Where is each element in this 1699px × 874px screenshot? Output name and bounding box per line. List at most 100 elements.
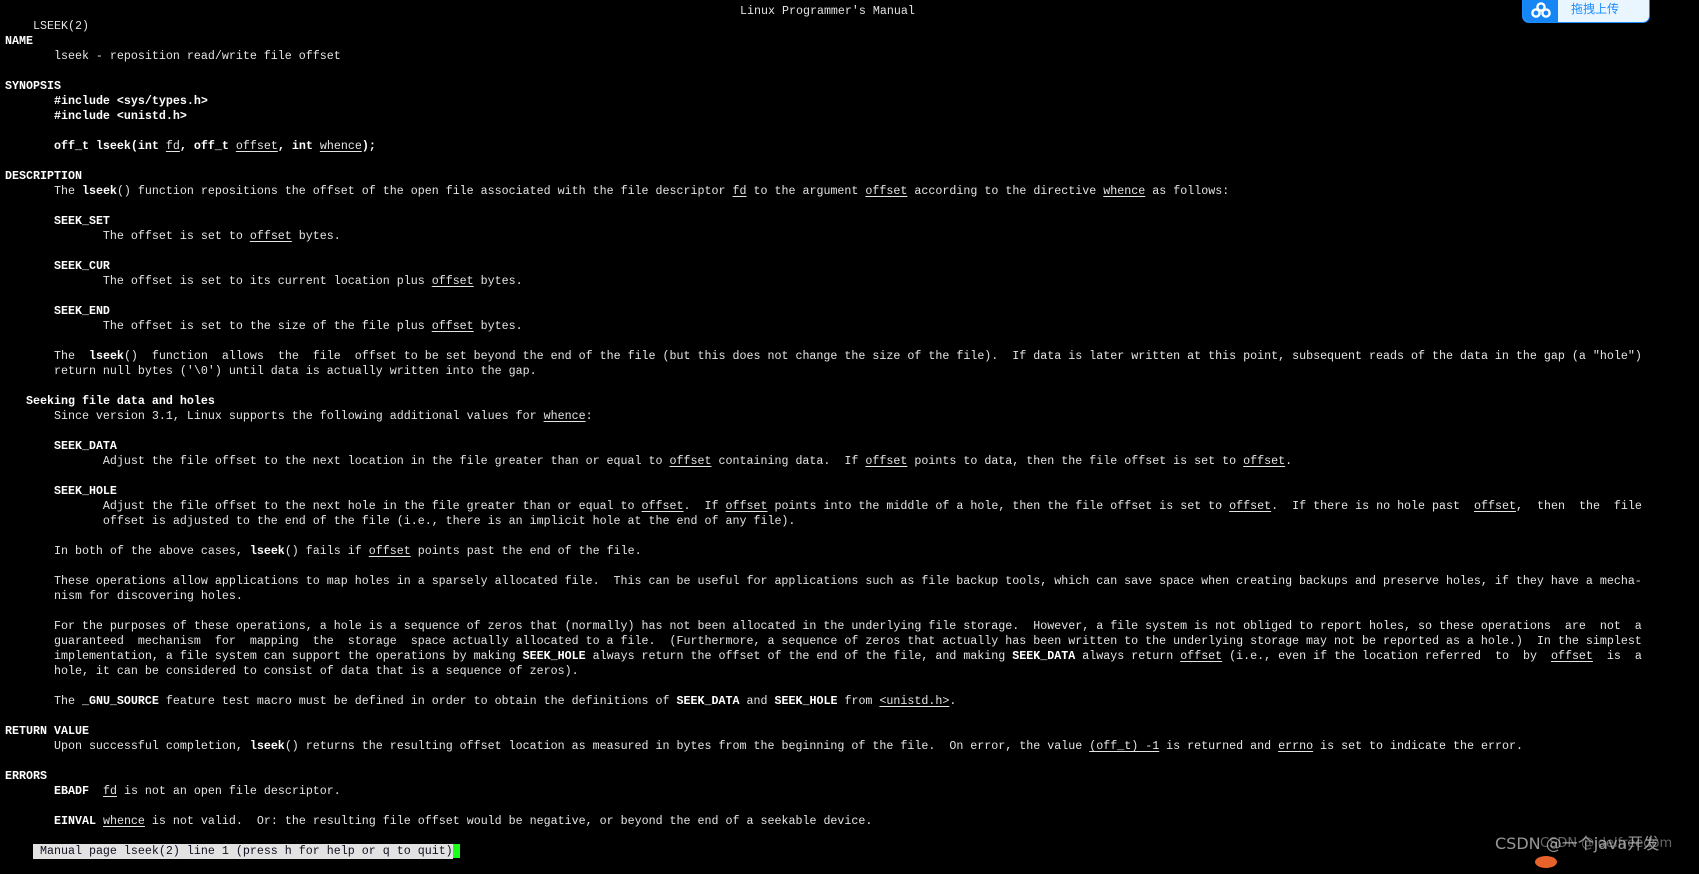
- bold-text: SEEK_HOLE: [522, 649, 586, 663]
- man-line: SEEK_SET: [5, 214, 1699, 229]
- bold-text: DESCRIPTION: [5, 169, 82, 183]
- text: .: [1285, 454, 1293, 468]
- man-line: SEEK_END: [5, 304, 1699, 319]
- underlined-text: whence: [543, 409, 586, 423]
- text: The: [5, 694, 82, 708]
- man-line: [5, 679, 1699, 694]
- man-line: lseek - reposition read/write file offse…: [5, 49, 1699, 64]
- man-line: off_t lseek(int fd, off_t offset, int wh…: [5, 139, 1699, 154]
- underlined-text: offset: [865, 184, 908, 198]
- man-line: offset is adjusted to the end of the fil…: [5, 514, 1699, 529]
- man-line: [5, 64, 1699, 79]
- underlined-text: offset: [669, 454, 712, 468]
- text: is not an open file descriptor.: [116, 784, 341, 798]
- text: , then the file: [1516, 499, 1642, 513]
- bold-text: lseek: [88, 349, 124, 363]
- text: () function repositions the offset of th…: [116, 184, 733, 198]
- man-line: The lseek() function repositions the off…: [5, 184, 1699, 199]
- underlined-text: fd: [732, 184, 747, 198]
- man-line: Upon successful completion, lseek() retu…: [5, 739, 1699, 754]
- man-line: In both of the above cases, lseek() fail…: [5, 544, 1699, 559]
- underlined-text: offset: [1180, 649, 1223, 663]
- bold-text: SYNOPSIS: [5, 79, 61, 93]
- man-line: #include <sys/types.h>: [5, 94, 1699, 109]
- man-line: [5, 799, 1699, 814]
- text: For the purposes of these operations, a …: [5, 619, 1642, 633]
- terminal[interactable]: LSEEK(2) Linux Programmer's Manual NAME …: [5, 4, 1699, 859]
- bold-text: EBADF: [53, 784, 89, 798]
- man-line: EBADF fd is not an open file descriptor.: [5, 784, 1699, 799]
- man-line: EINVAL whence is not valid. Or: the resu…: [5, 814, 1699, 829]
- underlined-text: offset: [1243, 454, 1286, 468]
- man-line: SEEK_HOLE: [5, 484, 1699, 499]
- underlined-text: offset: [1550, 649, 1593, 663]
- text: [5, 394, 26, 408]
- text: [5, 439, 54, 453]
- man-line: [5, 124, 1699, 139]
- man-line: These operations allow applications to m…: [5, 574, 1699, 589]
- underlined-text: <unistd.h>: [879, 694, 950, 708]
- bold-text: lseek: [249, 739, 285, 753]
- text: lseek - reposition read/write file offse…: [5, 49, 341, 63]
- underlined-text: fd: [165, 139, 180, 153]
- upload-badge[interactable]: 拖拽上传: [1522, 0, 1650, 23]
- text: according to the directive: [907, 184, 1104, 198]
- bold-text: lseek: [249, 544, 285, 558]
- text: is a: [1592, 649, 1642, 663]
- bold-text: off_t: [193, 139, 236, 153]
- bold-text: SEEK_SET: [53, 214, 110, 228]
- man-line: [5, 289, 1699, 304]
- man-line: [5, 379, 1699, 394]
- bold-text: _GNU_SOURCE: [81, 694, 159, 708]
- text: The offset is set to: [5, 229, 250, 243]
- man-line: [5, 709, 1699, 724]
- man-line: SEEK_DATA: [5, 439, 1699, 454]
- underlined-text: offset: [641, 499, 684, 513]
- text: offset is adjusted to the end of the fil…: [5, 514, 796, 528]
- text-cursor: [452, 844, 460, 858]
- man-line: [5, 19, 1699, 34]
- man-line: The _GNU_SOURCE feature test macro must …: [5, 694, 1699, 709]
- text: The: [5, 184, 82, 198]
- bold-text: EINVAL: [53, 814, 96, 828]
- man-line: implementation, a file system can suppor…: [5, 649, 1699, 664]
- underlined-text: whence: [102, 814, 145, 828]
- text: (i.e., even if the location referred to …: [1222, 649, 1551, 663]
- bold-text: );: [361, 139, 376, 153]
- man-line: NAME: [5, 34, 1699, 49]
- bold-text: lseek: [81, 184, 117, 198]
- decorative-shape: [1535, 856, 1557, 868]
- text: Adjust the file offset to the next hole …: [5, 499, 642, 513]
- text: always return the offset of the end of t…: [585, 649, 1013, 663]
- man-line: Adjust the file offset to the next hole …: [5, 499, 1699, 514]
- text: guaranteed mechanism for mapping the sto…: [5, 634, 1642, 648]
- man-line: nism for discovering holes.: [5, 589, 1699, 604]
- status-line[interactable]: Manual page lseek(2) line 1 (press h for…: [5, 829, 1699, 859]
- bold-text: SEEK_DATA: [1012, 649, 1076, 663]
- text: [5, 784, 54, 798]
- underlined-text: whence: [1103, 184, 1146, 198]
- underlined-text: fd: [102, 784, 117, 798]
- underlined-text: offset: [865, 454, 908, 468]
- man-line: [5, 604, 1699, 619]
- bold-text: RETURN VALUE: [5, 724, 89, 738]
- man-line: [5, 244, 1699, 259]
- upload-label: 拖拽上传: [1571, 2, 1620, 16]
- text: implementation, a file system can suppor…: [5, 649, 523, 663]
- man-line: Seeking file data and holes: [5, 394, 1699, 409]
- underlined-text: (off_t) -1: [1089, 739, 1160, 753]
- man-line: [5, 334, 1699, 349]
- text: Since version 3.1, Linux supports the fo…: [5, 409, 544, 423]
- text: [5, 214, 54, 228]
- underlined-text: whence: [319, 139, 362, 153]
- bold-text: SEEK_DATA: [53, 439, 117, 453]
- bold-text: SEEK_CUR: [53, 259, 110, 273]
- text: is returned and: [1159, 739, 1279, 753]
- bold-text: off_t lseek(int: [53, 139, 166, 153]
- text: [5, 484, 54, 498]
- bold-text: Seeking file data and holes: [26, 394, 215, 408]
- man-line: [5, 154, 1699, 169]
- bold-text: ,: [179, 139, 194, 153]
- text: is set to indicate the error.: [1313, 739, 1523, 753]
- man-line: Adjust the file offset to the next locat…: [5, 454, 1699, 469]
